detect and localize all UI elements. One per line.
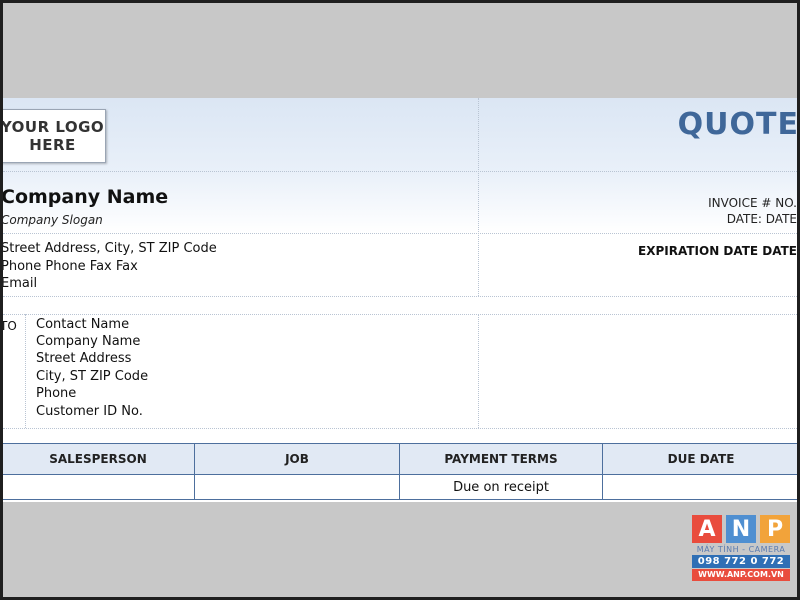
company-phone-fax[interactable]: Phone Phone Fax Fax	[3, 259, 138, 274]
cell-payment-terms[interactable]: Due on receipt	[399, 474, 603, 500]
cell-job[interactable]	[194, 474, 400, 500]
row-divider	[3, 233, 797, 234]
brand-letter-a: A	[692, 515, 722, 543]
cell-due-date[interactable]	[602, 474, 797, 500]
expiration-date[interactable]: EXPIRATION DATE DATE	[638, 244, 797, 258]
to-street-address[interactable]: Street Address	[36, 351, 131, 366]
header-job: JOB	[194, 443, 400, 475]
row-divider	[3, 296, 797, 297]
brand-subtitle: MÁY TÍNH - CAMERA	[696, 545, 786, 554]
to-contact-name[interactable]: Contact Name	[36, 317, 129, 332]
table-header-row: SALESPERSON JOB PAYMENT TERMS DUE DATE	[3, 443, 797, 475]
brand-letter-p: P	[760, 515, 790, 543]
to-city-state-zip[interactable]: City, ST ZIP Code	[36, 369, 148, 384]
logo-placeholder[interactable]: YOUR LOGO HERE	[3, 109, 106, 163]
quote-date[interactable]: DATE: DATE	[727, 212, 797, 226]
to-divider	[25, 314, 26, 428]
brand-phone: 098 772 0 772	[692, 555, 790, 568]
header-salesperson: SALESPERSON	[3, 443, 195, 475]
to-company-name[interactable]: Company Name	[36, 334, 140, 349]
company-name[interactable]: Company Name	[3, 186, 168, 208]
invoice-number[interactable]: INVOICE # NO.	[708, 196, 797, 210]
company-address[interactable]: Street Address, City, ST ZIP Code	[3, 241, 217, 256]
quote-sheet: YOUR LOGO HERE QUOTE Company Name Compan…	[3, 98, 797, 502]
document-title: QUOTE	[677, 107, 797, 142]
brand-logo: A N P	[692, 515, 790, 543]
sales-info-table: SALESPERSON JOB PAYMENT TERMS DUE DATE D…	[3, 443, 797, 500]
to-label: TO	[3, 319, 17, 333]
row-divider	[3, 171, 797, 172]
screenshot-frame: YOUR LOGO HERE QUOTE Company Name Compan…	[3, 3, 797, 597]
brand-letter-n: N	[726, 515, 756, 543]
to-phone[interactable]: Phone	[36, 386, 76, 401]
header-payment-terms: PAYMENT TERMS	[399, 443, 603, 475]
column-divider	[478, 314, 479, 428]
anp-watermark: A N P MÁY TÍNH - CAMERA 098 772 0 772 WW…	[692, 515, 790, 593]
column-divider	[478, 98, 479, 296]
cell-salesperson[interactable]	[3, 474, 195, 500]
table-row: Due on receipt	[3, 474, 797, 500]
to-customer-id[interactable]: Customer ID No.	[36, 404, 143, 419]
company-slogan[interactable]: Company Slogan	[3, 213, 103, 227]
brand-website: WWW.ANP.COM.VN	[692, 569, 790, 581]
row-divider	[3, 314, 797, 315]
company-email[interactable]: Email	[3, 276, 37, 291]
header-due-date: DUE DATE	[602, 443, 797, 475]
row-divider	[3, 428, 797, 429]
